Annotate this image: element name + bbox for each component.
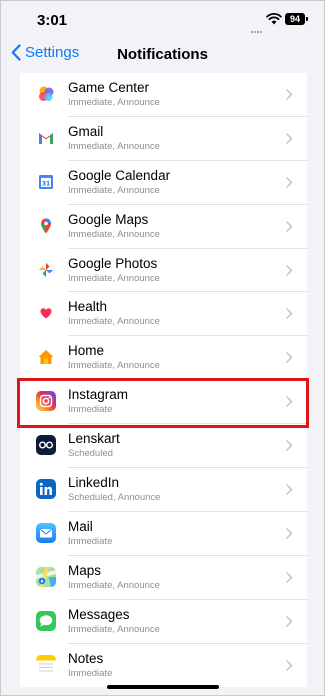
list-item[interactable]: Maps Immediate, Announce <box>20 556 307 600</box>
chevron-right-icon <box>286 528 293 539</box>
navigation-bar: Settings Notifications <box>1 39 324 73</box>
app-notification-style: Immediate, Announce <box>68 360 160 372</box>
app-name: Health <box>68 299 108 315</box>
gmail-icon <box>36 127 56 148</box>
chevron-right-icon <box>286 572 293 583</box>
list-item[interactable]: Home Immediate, Announce <box>20 336 307 381</box>
app-name: Google Maps <box>68 211 149 227</box>
chevron-right-icon <box>286 484 293 495</box>
messages-icon <box>36 610 56 631</box>
list-item-instagram[interactable]: Instagram Immediate <box>20 380 307 425</box>
app-name: Google Photos <box>68 255 158 271</box>
chevron-right-icon <box>286 308 293 320</box>
app-name: LinkedIn <box>68 475 120 491</box>
phone-screen: 3:01 94 Settings Notifications Game Cent… <box>0 0 325 696</box>
battery-tip <box>306 17 308 21</box>
home-indicator <box>107 685 219 689</box>
list-item[interactable]: Google Maps Immediate, Announce <box>20 205 307 249</box>
app-name: Gmail <box>68 123 104 139</box>
list-item[interactable]: Lenskart Scheduled <box>20 424 307 469</box>
status-bar: 3:01 94 <box>1 1 324 39</box>
app-name: Mail <box>68 518 93 534</box>
list-item[interactable]: Gmail Immediate, Announce <box>20 117 307 161</box>
app-notification-style: Immediate, Announce <box>68 579 160 591</box>
app-name: Game Center <box>68 80 150 95</box>
app-name: Messages <box>68 606 130 622</box>
chevron-right-icon <box>286 659 293 671</box>
app-name: Maps <box>68 562 102 578</box>
app-notification-style: Immediate, Announce <box>68 228 160 240</box>
chevron-right-icon <box>286 89 293 100</box>
app-notification-style: Immediate, Announce <box>68 184 160 196</box>
app-notification-style: Immediate <box>68 535 113 547</box>
list-item[interactable]: Google Photos Immediate, Announce <box>20 249 307 293</box>
linkedin-icon <box>36 479 56 500</box>
chevron-right-icon <box>286 615 293 627</box>
notes-icon <box>36 654 56 675</box>
app-notification-list: Game Center Immediate, Announce Gmail Im… <box>20 73 307 688</box>
page-title: Notifications <box>117 46 208 63</box>
app-notification-style: Immediate <box>68 404 113 416</box>
chevron-right-icon <box>286 220 293 232</box>
home-icon <box>36 347 56 368</box>
app-notification-style: Immediate, Announce <box>68 316 160 328</box>
app-notification-style: Scheduled <box>68 448 113 460</box>
instagram-icon <box>36 391 56 412</box>
list-item[interactable]: LinkedIn Scheduled, Announce <box>20 468 307 512</box>
chevron-right-icon <box>286 264 293 276</box>
maps-icon <box>36 566 56 587</box>
google-photos-icon <box>36 259 56 280</box>
lenskart-icon <box>36 435 56 456</box>
wifi-icon <box>266 12 282 25</box>
list-item[interactable]: Messages Immediate, Announce <box>20 600 307 644</box>
health-icon <box>36 303 56 324</box>
app-name: Notes <box>68 650 104 666</box>
status-time: 3:01 <box>37 12 68 29</box>
app-name: Lenskart <box>68 431 120 447</box>
list-item[interactable]: Game Center Immediate, Announce <box>20 73 307 117</box>
list-item[interactable]: Health Immediate, Announce <box>20 292 307 337</box>
google-calendar-icon: 31 <box>36 171 56 192</box>
app-notification-style: Immediate <box>68 667 113 679</box>
cellular-signal-icon <box>251 15 265 33</box>
svg-text:31: 31 <box>42 180 50 187</box>
chevron-right-icon <box>286 177 293 188</box>
app-name: Instagram <box>68 387 129 403</box>
app-notification-style: Immediate, Announce <box>68 97 160 108</box>
chevron-right-icon <box>286 440 293 451</box>
app-notification-style: Immediate, Announce <box>68 140 160 152</box>
battery-indicator: 94 <box>285 13 305 25</box>
app-name: Google Calendar <box>68 167 171 183</box>
chevron-right-icon <box>286 396 293 407</box>
list-item[interactable]: 31 Google Calendar Immediate, Announce <box>20 161 307 205</box>
list-item[interactable]: Mail Immediate <box>20 512 307 556</box>
app-notification-style: Scheduled, Announce <box>68 492 161 504</box>
list-item[interactable]: Notes Immediate <box>20 644 307 688</box>
mail-icon <box>36 522 56 543</box>
chevron-right-icon <box>286 133 293 144</box>
app-notification-style: Immediate, Announce <box>68 272 160 284</box>
google-maps-icon <box>36 215 56 236</box>
app-notification-style: Immediate, Announce <box>68 623 160 635</box>
game-center-icon <box>36 84 56 104</box>
chevron-right-icon <box>286 352 293 364</box>
app-name: Home <box>68 343 105 359</box>
